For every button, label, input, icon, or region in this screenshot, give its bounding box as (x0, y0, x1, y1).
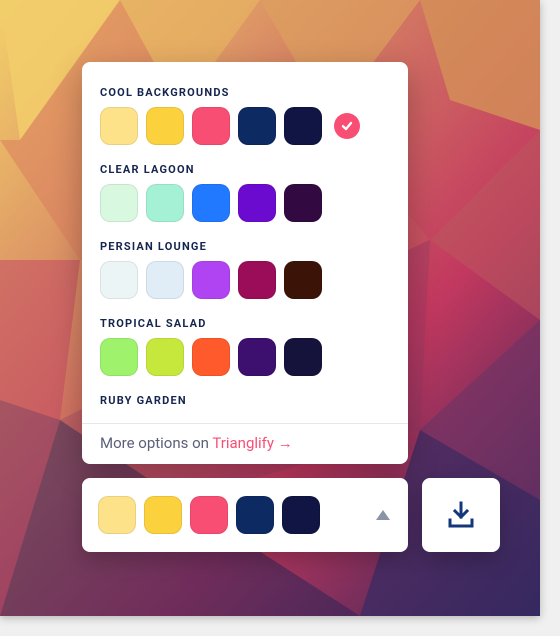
palette-option[interactable]: TROPICAL SALAD (100, 317, 390, 376)
color-swatch[interactable] (192, 338, 230, 376)
palette-name: PERSIAN LOUNGE (100, 240, 390, 253)
color-swatch[interactable] (98, 496, 136, 534)
swatch-row (100, 184, 390, 222)
color-swatch[interactable] (238, 184, 276, 222)
color-swatch[interactable] (146, 107, 184, 145)
color-swatch[interactable] (284, 107, 322, 145)
palette-list-scroll[interactable]: COOL BACKGROUNDS CLEAR LAGOON PERSIAN LOUN… (82, 62, 408, 423)
color-swatch[interactable] (100, 184, 138, 222)
color-swatch[interactable] (100, 261, 138, 299)
color-swatch[interactable] (146, 184, 184, 222)
palette-option[interactable]: PERSIAN LOUNGE (100, 240, 390, 299)
current-swatch-row (98, 496, 320, 534)
color-swatch[interactable] (236, 496, 274, 534)
current-palette-toggle[interactable] (82, 478, 408, 552)
swatch-row (100, 107, 390, 145)
download-button[interactable] (422, 478, 500, 552)
color-swatch[interactable] (192, 184, 230, 222)
color-swatch[interactable] (100, 107, 138, 145)
color-swatch[interactable] (146, 261, 184, 299)
palette-name: RUBY GARDEN (100, 394, 390, 407)
color-swatch[interactable] (238, 107, 276, 145)
swatch-row (100, 261, 390, 299)
palette-option[interactable]: RUBY GARDEN (100, 394, 390, 407)
caret-up-icon (376, 510, 390, 520)
color-swatch[interactable] (284, 338, 322, 376)
color-swatch[interactable] (100, 338, 138, 376)
color-swatch[interactable] (282, 496, 320, 534)
palette-popover: COOL BACKGROUNDS CLEAR LAGOON PERSIAN LOUN… (82, 62, 408, 464)
check-icon (334, 113, 360, 139)
color-swatch[interactable] (146, 338, 184, 376)
color-swatch[interactable] (190, 496, 228, 534)
footer-prefix: More options on (100, 434, 212, 452)
swatch-row (100, 338, 390, 376)
color-swatch[interactable] (284, 184, 322, 222)
background-canvas: COOL BACKGROUNDS CLEAR LAGOON PERSIAN LOUN… (0, 0, 540, 616)
trianglify-link[interactable]: Trianglify → (212, 434, 292, 452)
palette-option[interactable]: COOL BACKGROUNDS (100, 86, 390, 145)
color-swatch[interactable] (238, 338, 276, 376)
color-swatch[interactable] (144, 496, 182, 534)
palette-name: CLEAR LAGOON (100, 163, 390, 176)
bottom-bar (82, 478, 500, 552)
color-swatch[interactable] (192, 107, 230, 145)
palette-name: COOL BACKGROUNDS (100, 86, 390, 99)
color-swatch[interactable] (238, 261, 276, 299)
popover-footer: More options on Trianglify → (82, 423, 408, 464)
color-swatch[interactable] (192, 261, 230, 299)
palette-option[interactable]: CLEAR LAGOON (100, 163, 390, 222)
color-swatch[interactable] (284, 261, 322, 299)
palette-name: TROPICAL SALAD (100, 317, 390, 330)
download-icon (446, 501, 476, 529)
